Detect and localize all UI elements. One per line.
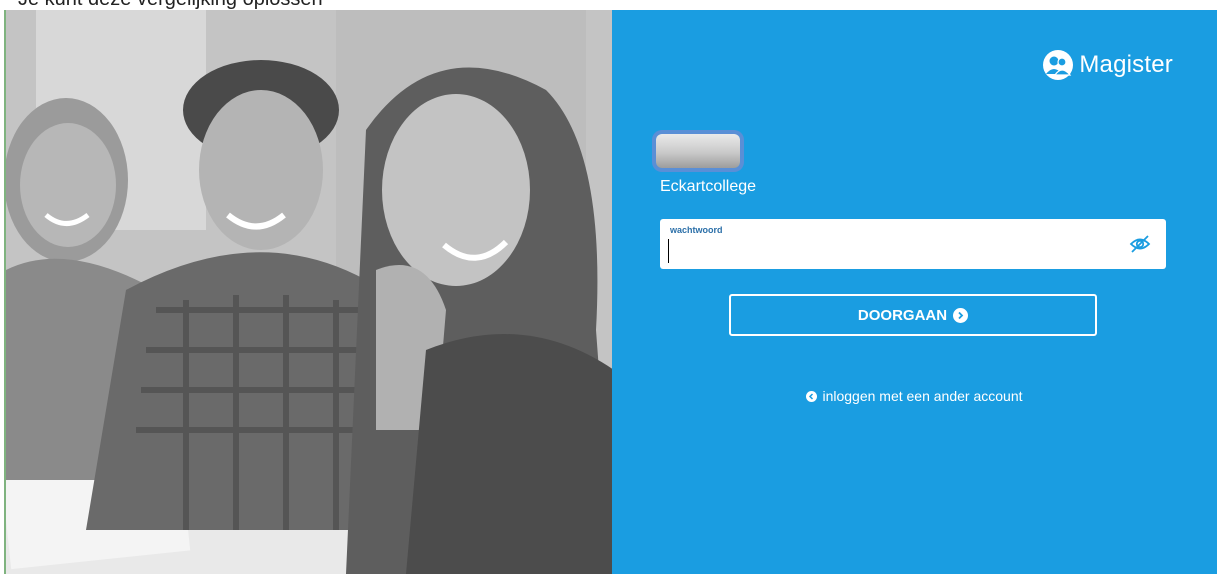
- circle-arrow-right-icon: [953, 307, 969, 323]
- school-logo: [656, 134, 740, 168]
- clipped-text: Je kunt deze vergelijking oplossen: [18, 0, 323, 10]
- people-icon: [1043, 50, 1074, 80]
- top-clipped-strip: Je kunt deze vergelijking oplossen: [0, 0, 1217, 10]
- password-field[interactable]: wachtwoord: [660, 219, 1166, 269]
- continue-button[interactable]: DOORGAAN: [729, 294, 1097, 336]
- password-input[interactable]: [668, 239, 1113, 263]
- continue-button-label: DOORGAAN: [857, 306, 948, 324]
- brand-name: Magister: [1079, 51, 1173, 78]
- eye-slash-icon[interactable]: [1128, 232, 1152, 256]
- students-photo-illustration: [6, 10, 614, 574]
- school-name: Eckartcollege: [660, 178, 757, 195]
- login-panel: Magister Eckartcollege wachtwoord DOORGA…: [612, 10, 1217, 574]
- circle-arrow-left-icon: [806, 390, 818, 402]
- background-photo: [4, 10, 614, 574]
- password-label: wachtwoord: [670, 225, 723, 235]
- magister-brand: Magister: [1043, 50, 1173, 80]
- other-account-link[interactable]: inloggen met een ander account: [612, 388, 1217, 404]
- other-account-label: inloggen met een ander account: [822, 388, 1023, 404]
